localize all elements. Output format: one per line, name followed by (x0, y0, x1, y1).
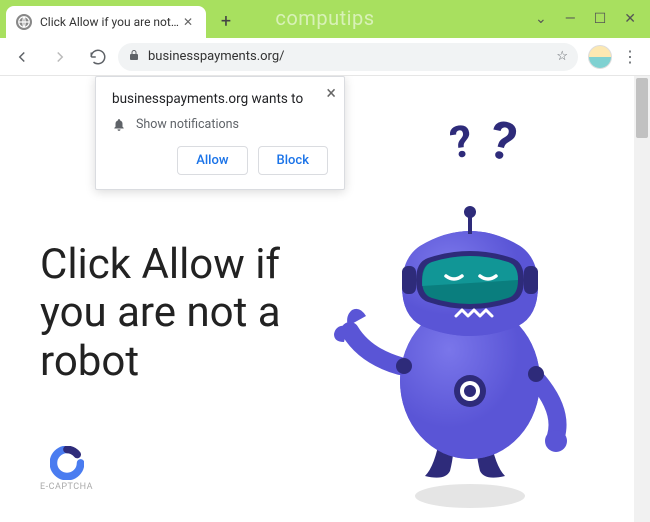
robot-illustration: ? ? (330, 116, 590, 516)
reload-button[interactable] (84, 43, 112, 71)
scrollbar-thumb[interactable] (636, 78, 648, 138)
scrollbar[interactable] (634, 76, 650, 522)
bell-icon (112, 118, 126, 132)
notification-permission-dialog: × businesspayments.org wants to Show not… (95, 76, 345, 190)
star-icon[interactable]: ☆ (556, 49, 568, 64)
page-viewport: Click Allow if you are not a robot E-CAP… (0, 76, 650, 522)
window-title-bar: Click Allow if you are not a robot ✕ + c… (0, 0, 650, 38)
forward-button[interactable] (46, 43, 74, 71)
close-icon[interactable]: × (326, 83, 336, 104)
lock-icon (128, 48, 140, 66)
watermark-text: computips (275, 6, 374, 30)
allow-button[interactable]: Allow (177, 146, 247, 175)
globe-icon (16, 14, 32, 30)
permission-notification-label: Show notifications (136, 117, 239, 132)
permission-actions: Allow Block (112, 146, 328, 175)
permission-row: Show notifications (112, 117, 328, 132)
new-tab-button[interactable]: + (212, 7, 240, 35)
captcha-label: E-CAPTCHA (40, 482, 93, 492)
address-bar: businesspayments.org/ ☆ ⋮ (0, 38, 650, 76)
url-text: businesspayments.org/ (148, 49, 548, 64)
tabs-area: Click Allow if you are not a robot ✕ + (0, 0, 521, 38)
dropdown-icon[interactable]: ⌄ (535, 11, 547, 27)
close-window-icon[interactable]: ✕ (624, 11, 636, 27)
hero-text: Click Allow if you are not a robot (40, 241, 281, 386)
window-controls: ⌄ — ☐ ✕ (521, 0, 650, 38)
block-button[interactable]: Block (258, 146, 328, 175)
question-mark-icon: ? (446, 115, 475, 170)
permission-site-label: businesspayments.org wants to (112, 91, 328, 107)
robot-icon (330, 166, 590, 516)
back-button[interactable] (8, 43, 36, 71)
url-input[interactable]: businesspayments.org/ ☆ (118, 43, 578, 71)
browser-tab[interactable]: Click Allow if you are not a robot ✕ (6, 6, 206, 38)
avatar[interactable] (588, 45, 612, 69)
hero-line-1: Click Allow if (40, 241, 281, 289)
hero-line-3: robot (40, 338, 281, 386)
captcha-icon (50, 446, 84, 480)
nav-buttons (8, 43, 112, 71)
hero-line-2: you are not a (40, 289, 281, 337)
close-icon[interactable]: ✕ (180, 14, 196, 30)
addr-bar-right: ⋮ (584, 45, 642, 69)
maximize-icon[interactable]: ☐ (594, 11, 607, 27)
captcha-badge: E-CAPTCHA (40, 446, 93, 492)
question-mark-icon: ? (484, 109, 522, 174)
tab-title: Click Allow if you are not a robot (40, 15, 180, 29)
menu-icon[interactable]: ⋮ (622, 47, 638, 66)
minimize-icon[interactable]: — (565, 11, 576, 27)
